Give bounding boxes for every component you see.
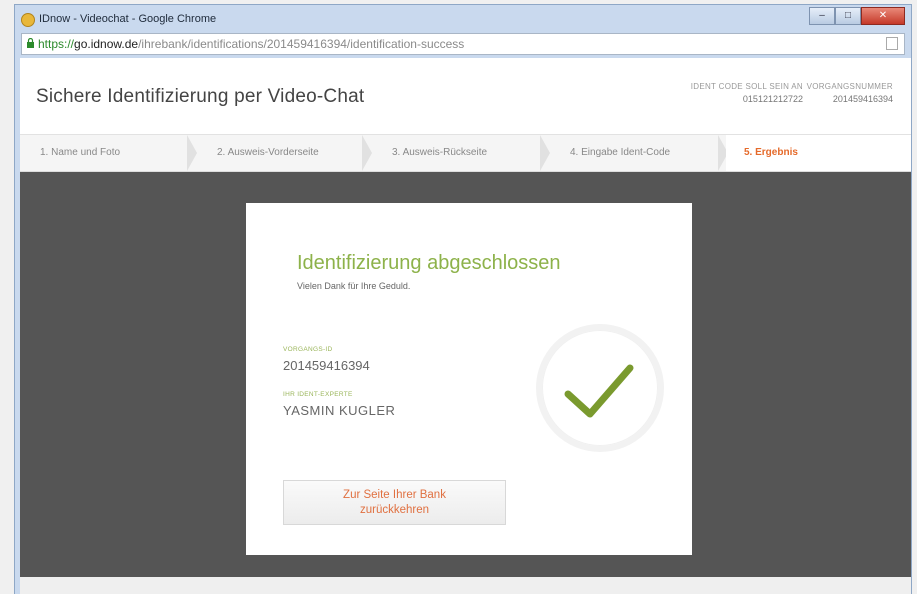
step-ausweis-vorderseite: 2. Ausweis-Vorderseite <box>195 135 372 171</box>
vorgang-id-label: VORGANGS-ID <box>283 346 333 353</box>
url-scheme: https:// <box>38 37 75 51</box>
page-title: Sichere Identifizierung per Video-Chat <box>36 86 365 107</box>
title-bar[interactable]: IDnow - Videochat - Google Chrome – □ ✕ <box>15 5 911 33</box>
result-heading: Identifizierung abgeschlossen <box>297 252 561 274</box>
lock-icon <box>27 38 34 48</box>
experte-name: YASMIN KUGLER <box>283 403 396 418</box>
footer-bar <box>20 577 911 594</box>
return-button-line2: zurückkehren <box>359 504 430 516</box>
return-to-bank-button[interactable]: Zur Seite Ihrer Bank zurückkehren <box>283 480 506 525</box>
page-icon[interactable] <box>886 37 898 50</box>
step-ergebnis: 5. Ergebnis <box>726 135 911 171</box>
ident-code-label: IDENT CODE SOLL SEIN AN <box>690 82 803 91</box>
success-check-icon <box>542 330 658 446</box>
return-button-line1: Zur Seite Ihrer Bank <box>343 489 446 501</box>
vorgang-id-value: 201459416394 <box>283 358 370 373</box>
page-header: Sichere Identifizierung per Video-Chat I… <box>20 58 911 134</box>
url-text[interactable]: https://go.idnow.de/ihrebank/identificat… <box>38 37 464 51</box>
step-name-foto: 1. Name und Foto <box>20 135 197 171</box>
experte-label: IHR IDENT-EXPERTE <box>283 391 353 398</box>
close-button[interactable]: ✕ <box>861 7 905 25</box>
result-subtext: Vielen Dank für Ihre Geduld. <box>297 281 411 291</box>
vorgang-value: 201459416394 <box>832 94 893 104</box>
vorgang-info: VORGANGSNUMMER 201459416394 <box>807 82 893 104</box>
url-path: /ihrebank/identifications/201459416394/i… <box>138 37 465 51</box>
step-ausweis-rueckseite: 3. Ausweis-Rückseite <box>370 135 550 171</box>
result-card: Identifizierung abgeschlossen Vielen Dan… <box>246 203 692 555</box>
address-bar[interactable]: https://go.idnow.de/ihrebank/identificat… <box>21 33 905 55</box>
progress-steps: 1. Name und Foto 2. Ausweis-Vorderseite … <box>20 134 911 172</box>
window-title: IDnow - Videochat - Google Chrome <box>39 13 217 25</box>
ident-code-value: 015121212722 <box>742 94 803 104</box>
minimize-button[interactable]: – <box>809 7 835 25</box>
window-controls: – □ ✕ <box>809 7 905 27</box>
step-ident-code: 4. Eingabe Ident-Code <box>548 135 728 171</box>
vorgang-label: VORGANGSNUMMER <box>806 82 893 91</box>
page-content: Sichere Identifizierung per Video-Chat I… <box>20 58 911 594</box>
url-host: go.idnow.de <box>74 37 139 51</box>
app-icon <box>21 13 35 27</box>
ident-code-info: IDENT CODE SOLL SEIN AN 015121212722 <box>691 82 803 104</box>
maximize-button[interactable]: □ <box>835 7 861 25</box>
